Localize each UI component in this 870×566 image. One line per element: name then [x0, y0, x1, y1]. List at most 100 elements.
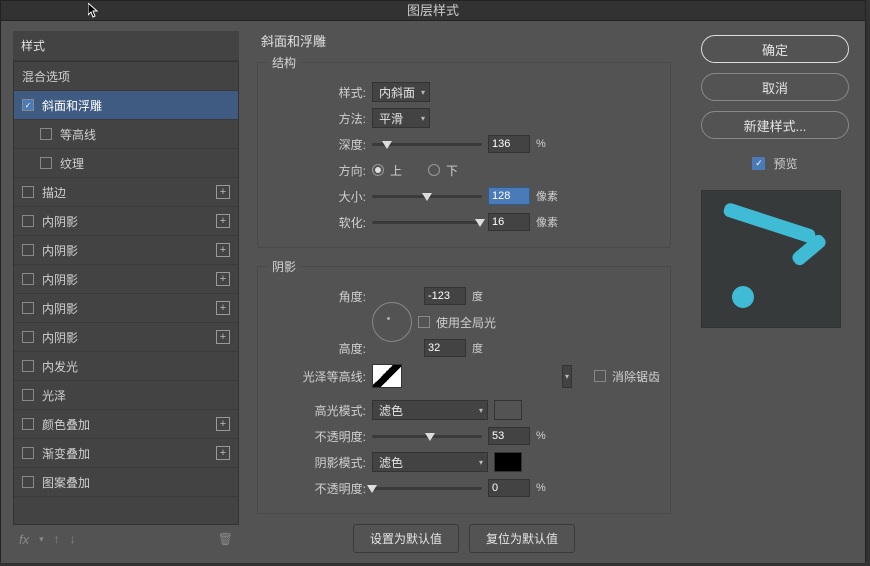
style-item-pattern-overlay[interactable]: 图案叠加 — [14, 468, 238, 497]
preview-label: 预览 — [773, 155, 797, 172]
soften-slider[interactable] — [372, 216, 482, 228]
style-item-inner-shadow-2[interactable]: 内阴影 + — [14, 236, 238, 265]
checkbox-icon[interactable] — [40, 128, 52, 140]
chevron-down-icon: ▾ — [479, 406, 483, 415]
antialias-checkbox[interactable] — [594, 370, 606, 382]
checkbox-icon[interactable] — [22, 186, 34, 198]
depth-input[interactable] — [488, 135, 530, 153]
style-item-texture[interactable]: 纹理 — [14, 149, 238, 178]
style-item-stroke[interactable]: 描边 + — [14, 178, 238, 207]
soften-label: 软化: — [268, 214, 366, 231]
angle-dial[interactable] — [372, 302, 412, 342]
style-item-inner-shadow-3[interactable]: 内阴影 + — [14, 265, 238, 294]
blending-label: 混合选项 — [22, 68, 230, 85]
shading-group: 阴影 角度: 度 使用全局光 高度: 度 — [257, 258, 671, 514]
angle-input[interactable] — [424, 287, 466, 305]
checkbox-icon[interactable] — [22, 273, 34, 285]
checkbox-icon[interactable] — [22, 331, 34, 343]
chevron-down-icon: ▾ — [479, 458, 483, 467]
depth-label: 深度: — [268, 136, 366, 153]
highlight-opacity-input[interactable] — [488, 427, 530, 445]
shadow-opacity-slider[interactable] — [372, 482, 482, 494]
checkbox-icon[interactable] — [22, 418, 34, 430]
direction-down-radio[interactable] — [428, 164, 440, 176]
cancel-button[interactable]: 取消 — [701, 73, 849, 101]
arrow-up-icon[interactable]: ↑ — [54, 532, 60, 546]
checkbox-icon[interactable] — [22, 476, 34, 488]
add-icon[interactable]: + — [216, 243, 230, 257]
add-icon[interactable]: + — [216, 301, 230, 315]
highlight-opacity-slider[interactable] — [372, 430, 482, 442]
shadow-color-swatch[interactable] — [494, 452, 522, 472]
right-panel: 确定 取消 新建样式... ✓ 预览 — [685, 21, 865, 563]
chevron-down-icon: ▾ — [421, 114, 425, 123]
main-panel: 斜面和浮雕 结构 样式: 内斜面 ▾ 方法: 平滑 ▾ — [251, 21, 685, 563]
style-select[interactable]: 内斜面 ▾ — [372, 82, 430, 102]
trash-icon[interactable]: 🗑 — [218, 532, 233, 546]
reset-default-button[interactable]: 复位为默认值 — [469, 524, 575, 553]
style-item-inner-shadow-4[interactable]: 内阴影 + — [14, 294, 238, 323]
highlight-color-swatch[interactable] — [494, 400, 522, 420]
depth-slider[interactable] — [372, 138, 482, 150]
style-item-satin[interactable]: 光泽 — [14, 381, 238, 410]
style-item-color-overlay[interactable]: 颜色叠加 + — [14, 410, 238, 439]
highlight-mode-label: 高光模式: — [268, 402, 366, 419]
style-item-bevel[interactable]: ✓ 斜面和浮雕 — [14, 91, 238, 120]
method-select[interactable]: 平滑 ▾ — [372, 108, 430, 128]
soften-input[interactable] — [488, 213, 530, 231]
size-input[interactable] — [488, 187, 530, 205]
shading-legend: 阴影 — [268, 258, 300, 275]
size-slider[interactable] — [372, 190, 482, 202]
highlight-mode-select[interactable]: 滤色 ▾ — [372, 400, 488, 420]
fx-menu-icon[interactable]: fx — [19, 532, 29, 547]
add-icon[interactable]: + — [216, 272, 230, 286]
direction-down-label: 下 — [446, 162, 458, 179]
checkbox-icon[interactable] — [22, 447, 34, 459]
styles-header: 样式 — [13, 31, 239, 61]
style-item-inner-shadow-1[interactable]: 内阴影 + — [14, 207, 238, 236]
blending-options-item[interactable]: 混合选项 — [14, 62, 238, 91]
gloss-contour-picker[interactable] — [372, 364, 402, 388]
chevron-down-icon: ▾ — [39, 534, 44, 545]
style-item-inner-shadow-5[interactable]: 内阴影 + — [14, 323, 238, 352]
shadow-opacity-input[interactable] — [488, 479, 530, 497]
checkbox-icon[interactable] — [22, 244, 34, 256]
style-label: 样式: — [268, 84, 366, 101]
checkbox-icon[interactable] — [22, 302, 34, 314]
preview-checkbox[interactable]: ✓ — [752, 157, 765, 170]
style-item-contour[interactable]: 等高线 — [14, 120, 238, 149]
highlight-opacity-label: 不透明度: — [268, 428, 366, 445]
make-default-button[interactable]: 设置为默认值 — [353, 524, 459, 553]
checkbox-icon[interactable] — [40, 157, 52, 169]
size-unit: 像素 — [536, 188, 558, 204]
method-label: 方法: — [268, 110, 366, 127]
structure-legend: 结构 — [268, 54, 300, 71]
add-icon[interactable]: + — [216, 417, 230, 431]
ok-button[interactable]: 确定 — [701, 35, 849, 63]
styles-list: 混合选项 ✓ 斜面和浮雕 等高线 纹理 描边 + — [13, 61, 239, 525]
arrow-down-icon[interactable]: ↓ — [70, 532, 76, 546]
shadow-mode-select[interactable]: 滤色 ▾ — [372, 452, 488, 472]
add-icon[interactable]: + — [216, 214, 230, 228]
direction-up-radio[interactable] — [372, 164, 384, 176]
soften-unit: 像素 — [536, 214, 558, 230]
add-icon[interactable]: + — [216, 330, 230, 344]
checkbox-icon[interactable] — [22, 215, 34, 227]
checkbox-icon[interactable]: ✓ — [22, 99, 34, 111]
new-style-button[interactable]: 新建样式... — [701, 111, 849, 139]
angle-unit: 度 — [472, 288, 483, 304]
add-icon[interactable]: + — [216, 446, 230, 460]
highlight-opacity-unit: % — [536, 430, 546, 442]
add-icon[interactable]: + — [216, 185, 230, 199]
antialias-label: 消除锯齿 — [612, 368, 660, 385]
altitude-input[interactable] — [424, 339, 466, 357]
structure-group: 结构 样式: 内斜面 ▾ 方法: 平滑 ▾ 深度: — [257, 54, 671, 248]
checkbox-icon[interactable] — [22, 389, 34, 401]
shadow-opacity-label: 不透明度: — [268, 480, 366, 497]
global-light-checkbox[interactable] — [418, 316, 430, 328]
style-item-inner-glow[interactable]: 内发光 — [14, 352, 238, 381]
checkbox-icon[interactable] — [22, 360, 34, 372]
style-item-gradient-overlay[interactable]: 渐变叠加 + — [14, 439, 238, 468]
chevron-down-icon[interactable]: ▾ — [562, 365, 572, 388]
styles-sidebar: 样式 混合选项 ✓ 斜面和浮雕 等高线 纹理 — [1, 21, 251, 563]
